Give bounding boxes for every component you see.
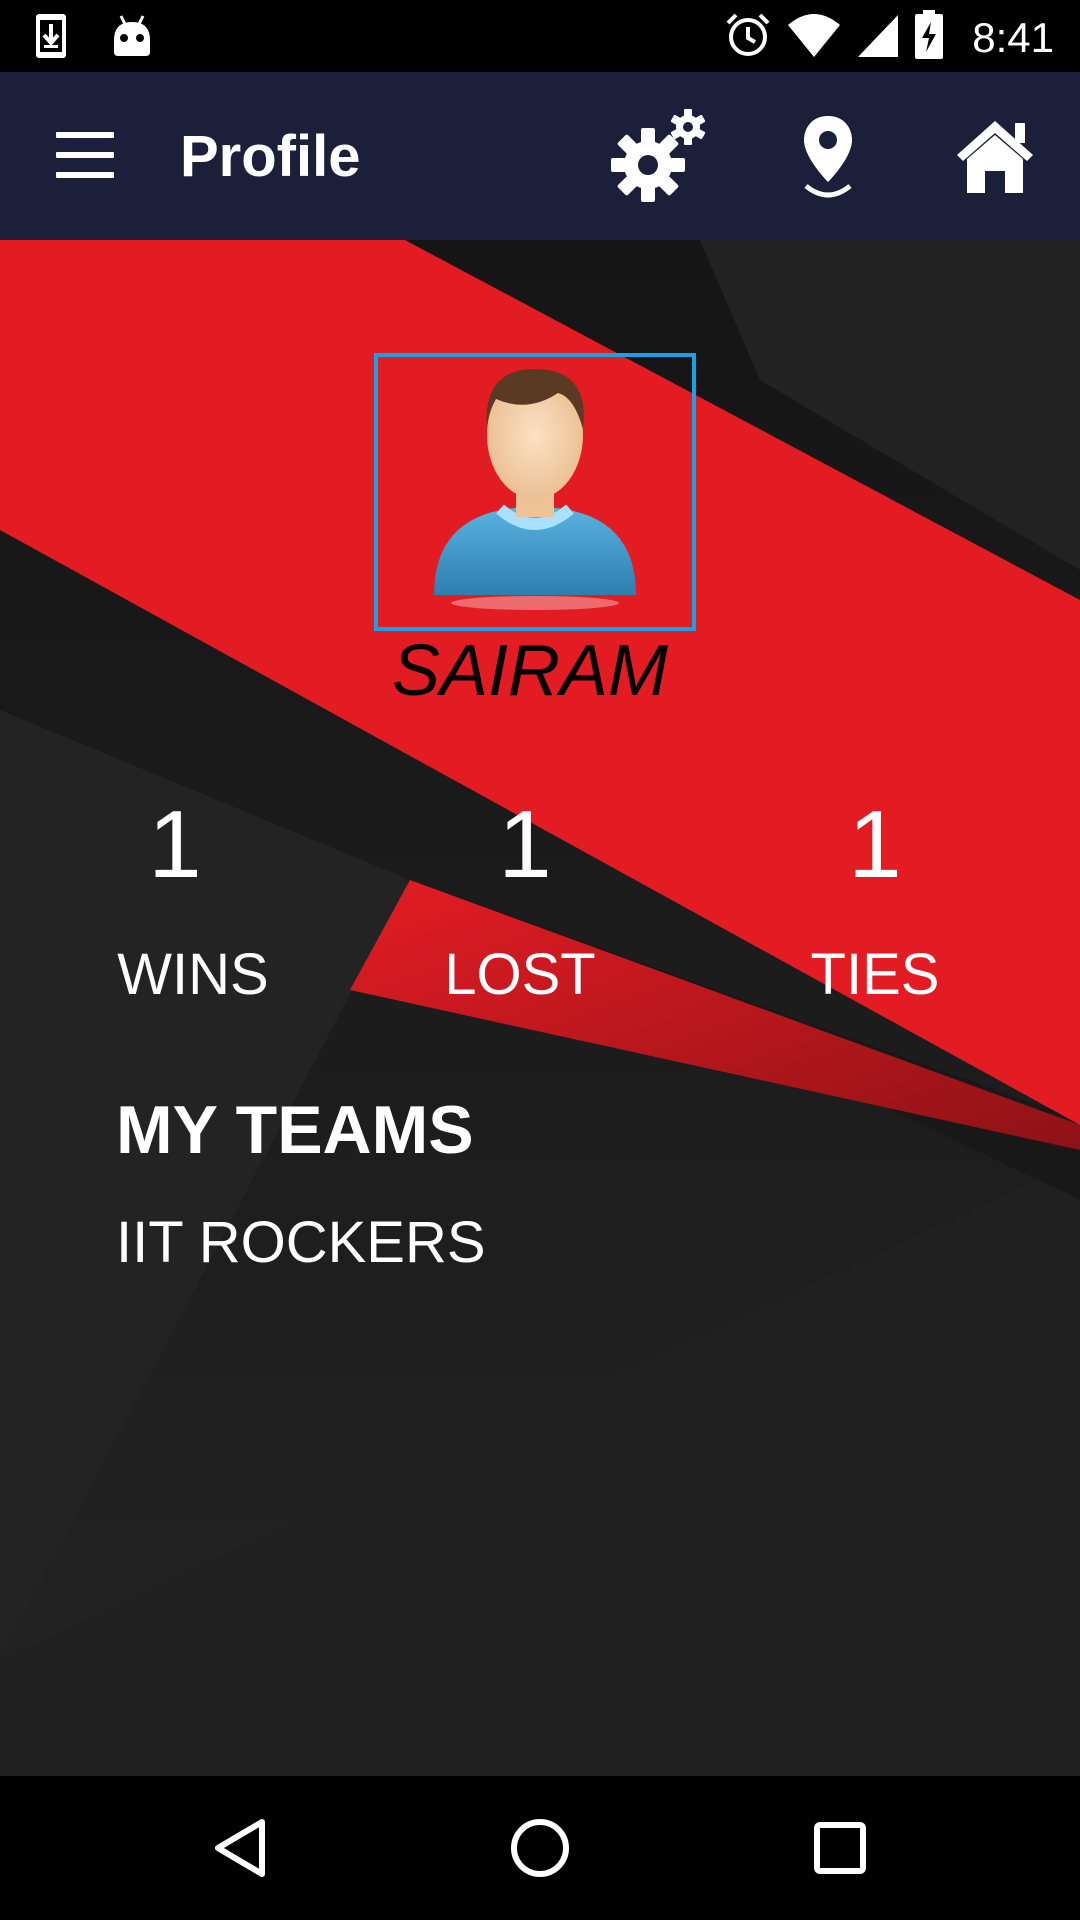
page-title: Profile — [180, 124, 361, 189]
wins-count: 1 — [148, 791, 202, 898]
my-teams-heading: MY TEAMS — [116, 1092, 474, 1168]
lost-count: 1 — [498, 791, 552, 898]
lost-label: LOST — [444, 942, 596, 1007]
wifi-icon — [786, 11, 842, 64]
team-list-item[interactable]: IIT ROCKERS — [116, 1208, 486, 1278]
download-icon — [34, 12, 68, 65]
home-circle-icon[interactable] — [490, 1798, 590, 1898]
home-icon[interactable] — [940, 102, 1050, 212]
menu-icon[interactable] — [48, 124, 120, 188]
android-icon — [112, 14, 152, 63]
status-time: 8:41 — [972, 13, 1054, 61]
alarm-icon — [724, 11, 772, 64]
settings-icon[interactable] — [603, 102, 713, 212]
status-bar: 8:41 — [0, 0, 1080, 72]
location-pin-icon[interactable] — [773, 102, 883, 212]
ties-count: 1 — [848, 791, 902, 898]
battery-charging-icon — [914, 10, 944, 65]
wins-label: WINS — [117, 942, 269, 1007]
back-icon[interactable] — [190, 1798, 290, 1898]
signal-icon — [856, 11, 900, 64]
system-nav-bar — [0, 1776, 1080, 1920]
player-name: SAIRAM — [391, 631, 669, 711]
user-avatar-icon[interactable] — [374, 353, 696, 631]
recents-icon[interactable] — [790, 1798, 890, 1898]
app-bar: Profile — [0, 72, 1080, 240]
ties-label: TIES — [810, 942, 940, 1007]
profile-screen: 8:41 Profile SAIRAM 1 WINS 1 LOST 1 TIES… — [0, 0, 1080, 1920]
